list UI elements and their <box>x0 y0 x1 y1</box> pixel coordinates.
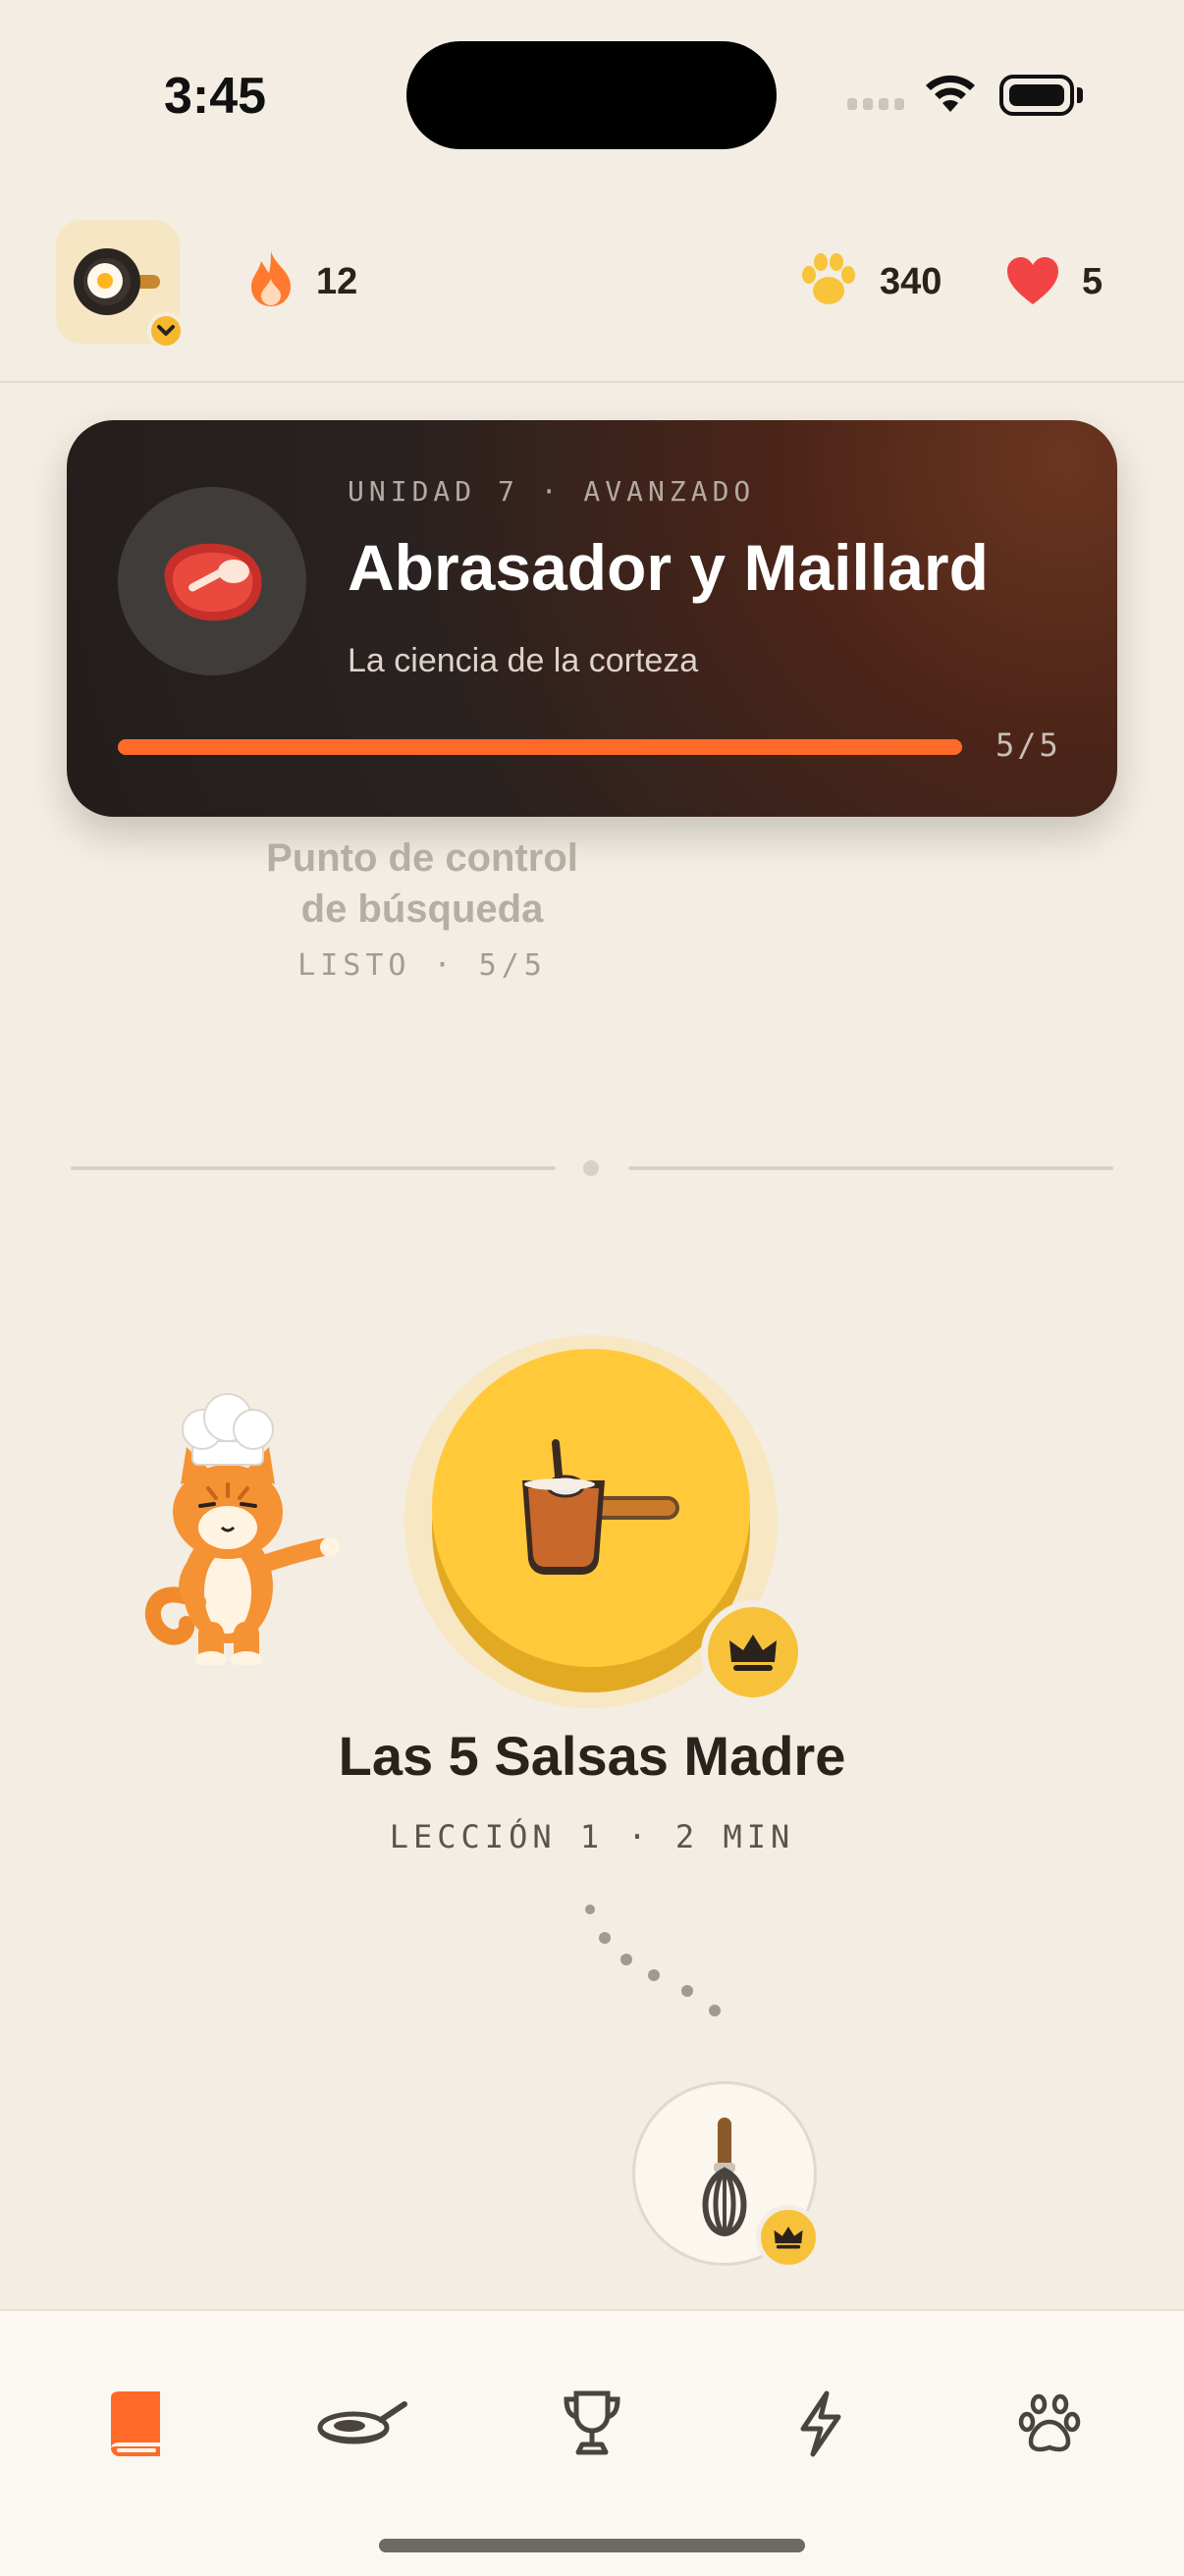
path-dot <box>681 1985 693 1997</box>
chevron-down-icon[interactable] <box>147 312 185 349</box>
hearts-count: 5 <box>1082 261 1103 302</box>
unit-card[interactable]: UNIDAD 7 · AVANZADO Abrasador y Maillard… <box>67 420 1117 817</box>
pan-icon <box>317 2401 407 2444</box>
tab-learn[interactable] <box>81 2370 188 2478</box>
crown-badge <box>701 1600 805 1704</box>
section-divider-dot <box>583 1160 599 1176</box>
path-dot <box>620 1954 632 1965</box>
section-divider-right <box>628 1166 1113 1170</box>
checkpoint-title-line1: Punto de control <box>266 836 578 880</box>
lesson-meta: LECCIÓN 1 · 2 MIN <box>389 1818 795 1855</box>
tab-bar <box>0 2309 1184 2576</box>
paws-count: 340 <box>880 261 942 302</box>
crown-badge-small <box>756 2205 821 2270</box>
path-dot <box>709 2005 721 2016</box>
unit-kicker: UNIDAD 7 · AVANZADO <box>348 475 756 508</box>
path-dot <box>648 1969 660 1981</box>
checkpoint-title: Punto de control de búsqueda <box>196 832 648 935</box>
steak-icon <box>164 543 262 621</box>
book-icon <box>111 2391 160 2456</box>
paw-icon <box>1018 2393 1081 2452</box>
unit-title: Abrasador y Maillard <box>348 531 989 604</box>
unit-icon-circle <box>118 487 306 675</box>
lesson-title: Las 5 Salsas Madre <box>338 1725 846 1787</box>
unit-progress-bar <box>118 739 962 755</box>
status-time: 3:45 <box>164 68 267 125</box>
battery-tip <box>1077 87 1083 103</box>
wifi-icon <box>923 73 978 121</box>
section-divider-left <box>71 1166 556 1170</box>
chef-cat-mascot <box>137 1390 353 1670</box>
crown-icon <box>729 1635 777 1671</box>
header-divider <box>0 381 1184 383</box>
saucepan-whisk-icon <box>522 1439 679 1575</box>
unit-progress-label: 5/5 <box>996 726 1061 764</box>
heart-icon <box>1005 255 1060 311</box>
lesson-start-button[interactable] <box>432 1349 750 1667</box>
tab-cook[interactable] <box>308 2370 416 2478</box>
checkpoint-status: LISTO · 5/5 <box>297 948 547 983</box>
paw-icon <box>799 251 858 313</box>
path-dot <box>599 1932 611 1944</box>
checkpoint-title-line2: de búsqueda <box>300 887 544 931</box>
battery-icon <box>999 75 1074 116</box>
bolt-icon <box>800 2390 841 2457</box>
tab-practice[interactable] <box>766 2370 874 2478</box>
unit-progress-fill <box>118 739 962 755</box>
dynamic-island <box>406 41 777 149</box>
path-dot <box>585 1905 595 1914</box>
streak-count: 12 <box>316 261 358 302</box>
crown-icon <box>774 2227 803 2249</box>
tab-leaderboard[interactable] <box>538 2370 646 2478</box>
trophy-icon <box>564 2390 620 2455</box>
unit-subtitle: La ciencia de la corteza <box>348 642 699 679</box>
tab-profile[interactable] <box>996 2370 1103 2478</box>
home-indicator <box>379 2539 805 2552</box>
streak-fire-icon <box>245 249 296 313</box>
cellular-signal-icon <box>847 96 908 117</box>
